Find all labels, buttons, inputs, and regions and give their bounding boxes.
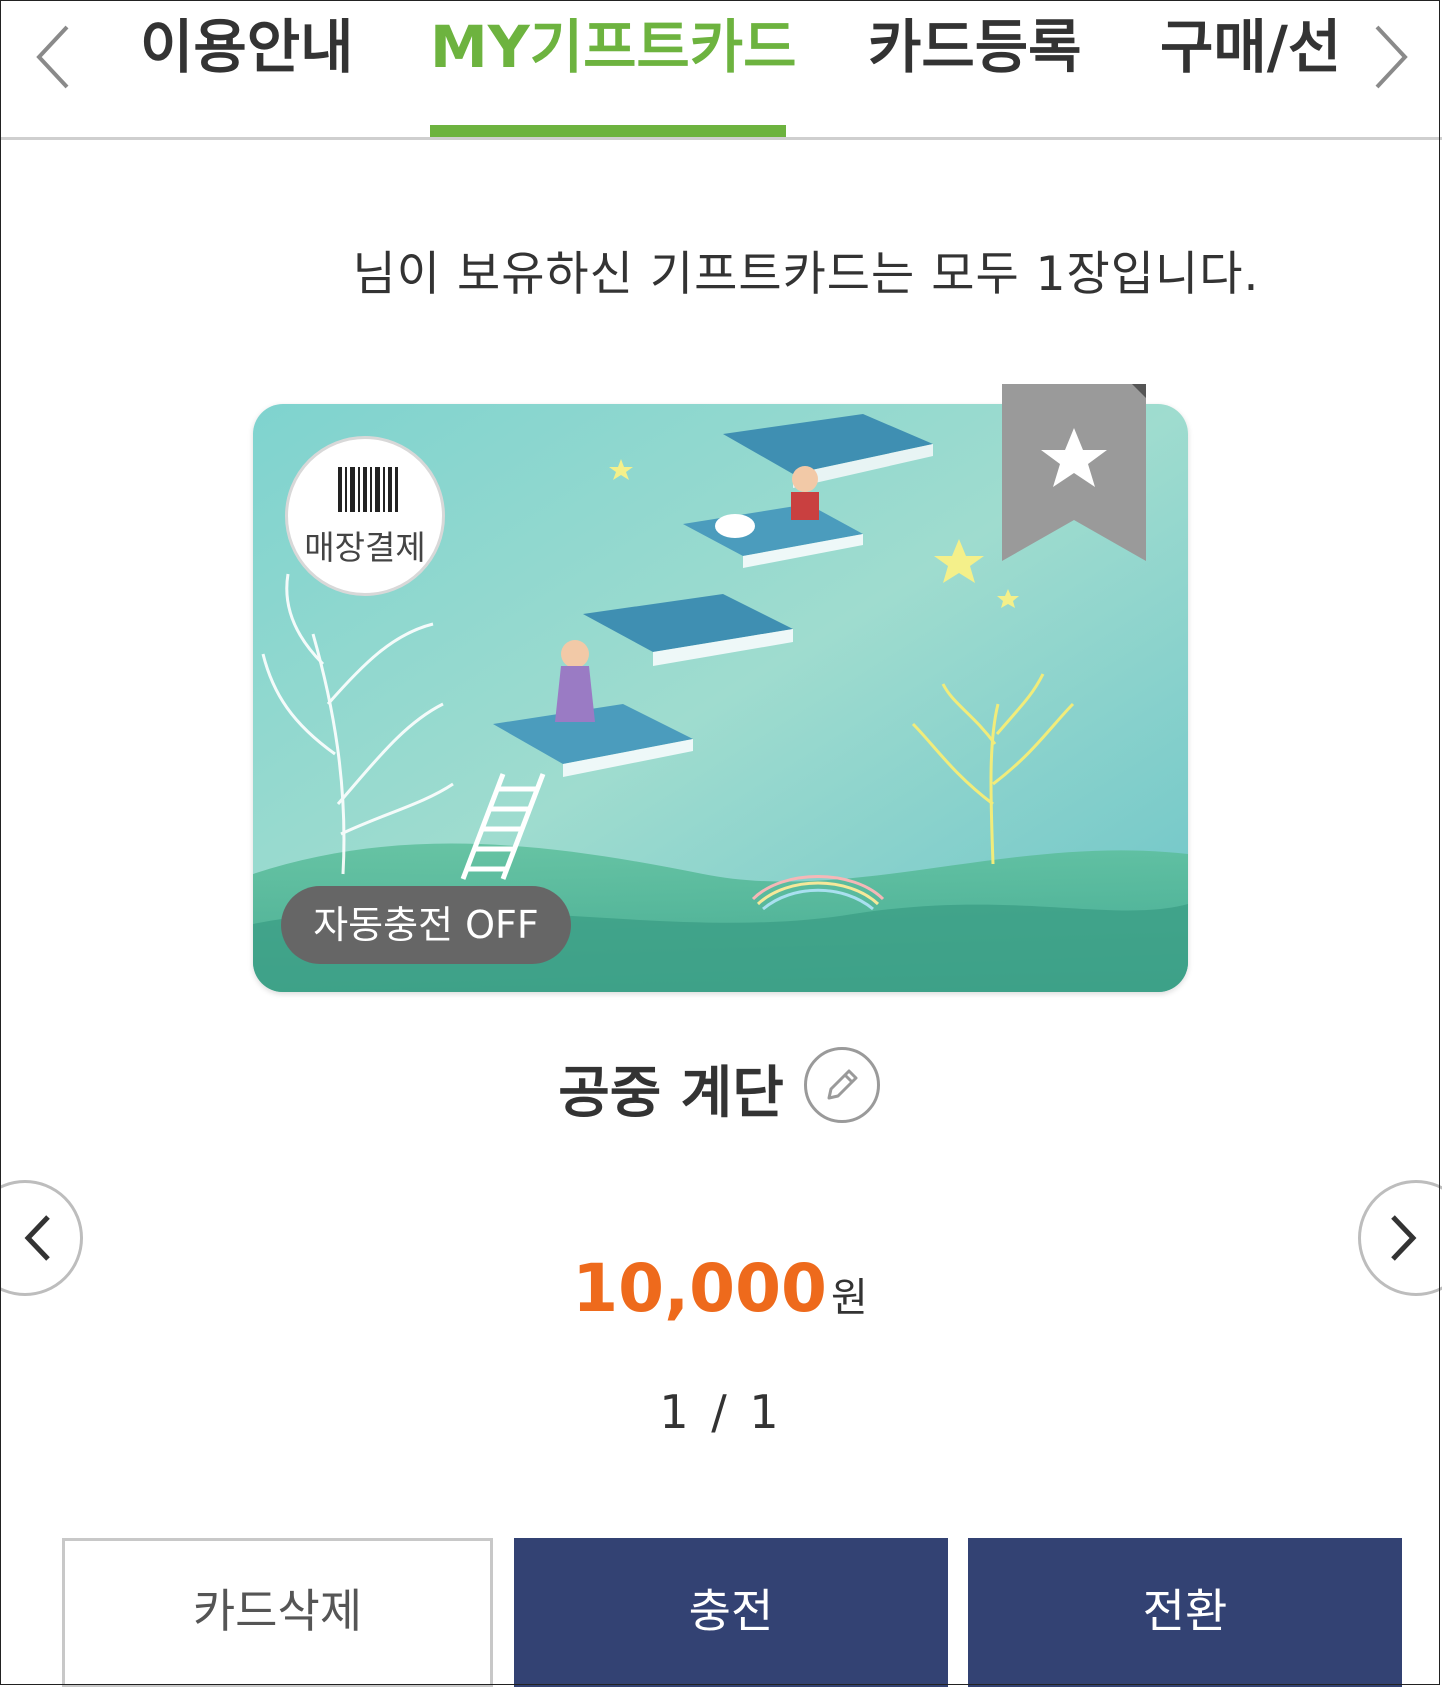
- active-tab-indicator: [430, 125, 786, 137]
- card-balance: 10,000 원: [0, 1250, 1442, 1327]
- tab-my-giftcard[interactable]: MY기프트카드: [430, 8, 797, 137]
- edit-name-button[interactable]: [804, 1047, 880, 1123]
- card-pager: 1 / 1: [659, 1385, 783, 1439]
- card-count-summary: 님이 보유하신 기프트카드는 모두 1장입니다.: [352, 247, 1260, 302]
- charge-button[interactable]: 충전: [514, 1538, 948, 1687]
- favorite-bookmark[interactable]: [1002, 384, 1146, 561]
- pencil-icon: [827, 1069, 858, 1100]
- tab-my-giftcard-label: MY기프트카드: [430, 13, 797, 81]
- tab-scroll-right-icon[interactable]: [1366, 22, 1416, 92]
- store-payment-label: 매장결제: [304, 528, 426, 567]
- card-name: 공중 계단: [558, 1061, 784, 1126]
- tab-usage-guide[interactable]: 이용안내: [140, 8, 353, 132]
- barcode-icon: [338, 467, 398, 512]
- balance-amount: 10,000: [572, 1250, 827, 1327]
- balance-unit: 원: [830, 1275, 868, 1321]
- tab-scroll-left-icon[interactable]: [28, 22, 78, 92]
- tab-purchase-gift[interactable]: 구매/선: [1160, 8, 1341, 132]
- delete-card-button[interactable]: 카드삭제: [62, 1538, 493, 1687]
- convert-button[interactable]: 전환: [968, 1538, 1402, 1687]
- auto-charge-badge[interactable]: 자동충전 OFF: [281, 886, 571, 964]
- store-payment-button[interactable]: 매장결제: [285, 436, 445, 596]
- tab-card-register[interactable]: 카드등록: [868, 8, 1081, 132]
- star-bookmark-icon: [1002, 384, 1146, 561]
- tab-bar: 이용안내 MY기프트카드 카드등록 구매/선: [0, 0, 1442, 140]
